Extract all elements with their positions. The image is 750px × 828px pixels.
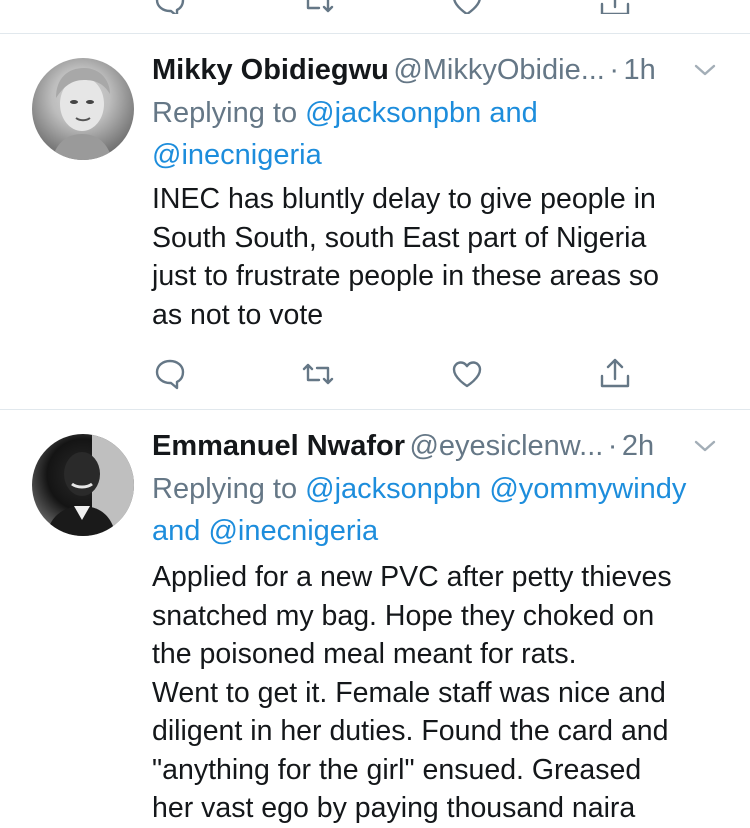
mention-link[interactable]: @jacksonpbn @yommywindy — [305, 473, 686, 505]
reply-icon[interactable] — [152, 0, 188, 14]
tweet-actions — [152, 356, 652, 392]
replying-to: Replying to @jacksonpbn @yommywindy and … — [152, 468, 732, 552]
tweet-text-line: snatched my bag. Hope they choked on — [152, 599, 655, 632]
tweet-text-line: Went to get it. Female staff was nice an… — [152, 676, 666, 709]
replying-to-label: Replying to — [152, 97, 298, 129]
mention-link[interactable]: @inecnigeria — [152, 139, 322, 171]
reply-icon[interactable] — [152, 356, 188, 392]
tweet-divider — [0, 409, 750, 410]
tweet-text-line: South South, south East part of Nigeria — [152, 221, 647, 254]
chevron-down-icon[interactable] — [692, 60, 718, 80]
mention-link[interactable]: @jacksonpbn and — [305, 97, 538, 129]
tweet-text-line: Applied for a new PVC after petty thieve… — [152, 561, 672, 593]
tweet-text-line: "anything for the girl" ensued. Greased — [152, 753, 642, 786]
user-handle[interactable]: @MikkyObidie... — [393, 54, 605, 86]
like-icon[interactable] — [449, 0, 485, 14]
tweet-text: Applied for a new PVC after petty thieve… — [152, 558, 742, 828]
avatar[interactable] — [32, 58, 134, 160]
timestamp[interactable]: 2h — [622, 430, 654, 462]
tweet-text-line: INEC has bluntly delay to give people in — [152, 183, 656, 215]
avatar[interactable] — [32, 434, 134, 536]
retweet-icon[interactable] — [300, 356, 336, 392]
tweet-text: INEC has bluntly delay to give people in… — [152, 180, 742, 334]
retweet-icon[interactable] — [300, 0, 336, 14]
display-name[interactable]: Mikky Obidiegwu — [152, 54, 389, 86]
tweet-text-line: her vast ego by paying thousand naira — [152, 792, 636, 824]
tweet-text-line: as not to vote — [152, 298, 324, 331]
separator-dot: · — [607, 430, 618, 462]
replying-to: Replying to @jacksonpbn and @inecnigeria — [152, 92, 732, 176]
timestamp[interactable]: 1h — [623, 54, 655, 86]
like-icon[interactable] — [449, 356, 485, 392]
tweet-text-line: the poisoned meal meant for rats. — [152, 638, 577, 670]
chevron-down-icon[interactable] — [692, 436, 718, 456]
replying-to-label: Replying to — [152, 473, 298, 505]
share-icon[interactable] — [597, 356, 633, 392]
share-icon[interactable] — [597, 0, 633, 14]
display-name[interactable]: Emmanuel Nwafor — [152, 430, 405, 462]
tweet-text-line: just to frustrate people in these areas … — [152, 260, 659, 292]
tweet-divider — [0, 33, 750, 34]
separator-dot: · — [609, 54, 619, 86]
user-handle[interactable]: @eyesiclenw... — [409, 430, 603, 462]
tweet-text-line: diligent in her duties. Found the card a… — [152, 715, 669, 747]
previous-tweet-actions — [0, 0, 750, 14]
mention-link[interactable]: and @inecnigeria — [152, 515, 378, 547]
